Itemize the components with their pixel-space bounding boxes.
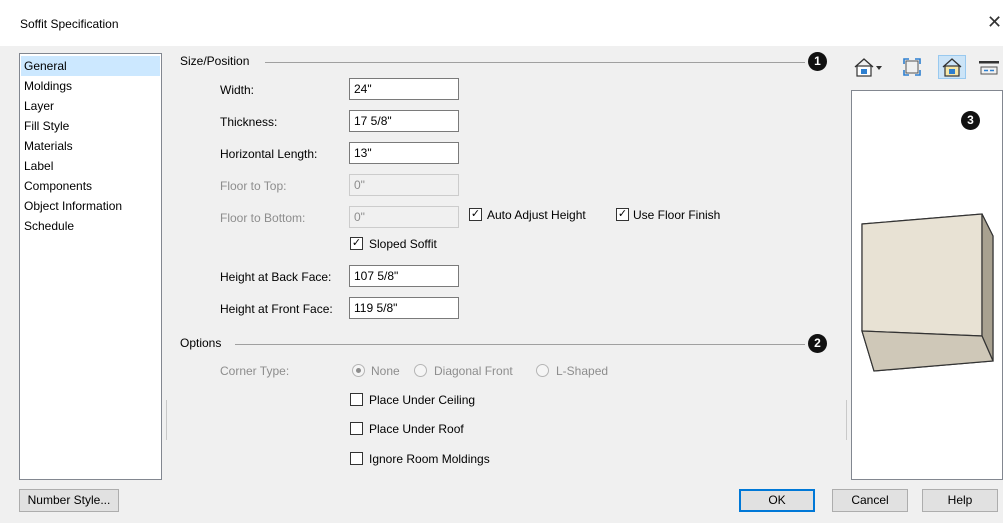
callout-badge-3: 3 xyxy=(961,111,980,130)
title-bar xyxy=(0,0,1003,46)
3d-preview-pane[interactable] xyxy=(851,90,1003,480)
nav-item-label[interactable]: Label xyxy=(21,156,160,176)
right-splitter-grip[interactable] xyxy=(846,400,847,440)
nav-item-general[interactable]: General xyxy=(21,56,160,76)
place-under-roof-checkbox[interactable] xyxy=(350,422,363,435)
left-splitter-grip[interactable] xyxy=(166,400,167,440)
auto-adjust-height-checkbox[interactable]: ✓ xyxy=(469,208,482,221)
floor-to-bottom-label: Floor to Bottom: xyxy=(220,211,306,225)
nav-item-fill-style[interactable]: Fill Style xyxy=(21,116,160,136)
corner-type-none-radio xyxy=(352,364,365,377)
help-button[interactable]: Help xyxy=(922,489,998,512)
window-title: Soffit Specification xyxy=(20,17,119,31)
ignore-room-moldings-label[interactable]: Ignore Room Moldings xyxy=(369,452,490,466)
ok-button[interactable]: OK xyxy=(739,489,815,512)
size-position-divider xyxy=(265,62,805,63)
floor-to-top-label: Floor to Top: xyxy=(220,179,287,193)
width-field[interactable]: 24" xyxy=(349,78,459,100)
corner-type-diagonal-front-radio xyxy=(414,364,427,377)
corner-type-l-shaped-radio xyxy=(536,364,549,377)
soffit-preview-model xyxy=(861,213,994,372)
corner-type-none-label: None xyxy=(371,364,400,378)
thickness-field[interactable]: 17 5/8" xyxy=(349,110,459,132)
options-divider xyxy=(235,344,805,345)
thickness-label: Thickness: xyxy=(220,115,278,129)
close-icon[interactable]: ✕ xyxy=(987,12,1002,33)
nav-item-schedule[interactable]: Schedule xyxy=(21,216,160,236)
height-front-face-field[interactable]: 119 5/8" xyxy=(349,297,459,319)
size-position-group-title: Size/Position xyxy=(180,54,250,68)
use-floor-finish-checkbox[interactable]: ✓ xyxy=(616,208,629,221)
nav-item-materials[interactable]: Materials xyxy=(21,136,160,156)
ignore-room-moldings-checkbox[interactable] xyxy=(350,452,363,465)
nav-item-components[interactable]: Components xyxy=(21,176,160,196)
fill-window-icon[interactable] xyxy=(900,55,924,79)
height-back-face-label: Height at Back Face: xyxy=(220,270,332,284)
corner-type-diagonal-front-label: Diagonal Front xyxy=(434,364,513,378)
sloped-soffit-checkbox[interactable]: ✓ xyxy=(350,237,363,250)
callout-badge-2: 2 xyxy=(808,334,827,353)
color-toggle-icon[interactable] xyxy=(938,55,966,79)
place-under-roof-label[interactable]: Place Under Roof xyxy=(369,422,464,436)
number-style-button[interactable]: Number Style... xyxy=(19,489,119,512)
sloped-soffit-label[interactable]: Sloped Soffit xyxy=(369,237,437,251)
height-back-face-field[interactable]: 107 5/8" xyxy=(349,265,459,287)
category-list: General Moldings Layer Fill Style Materi… xyxy=(19,53,162,480)
horizontal-length-field[interactable]: 13" xyxy=(349,142,459,164)
floor-to-top-field: 0" xyxy=(349,174,459,196)
nav-item-layer[interactable]: Layer xyxy=(21,96,160,116)
height-front-face-label: Height at Front Face: xyxy=(220,302,333,316)
cancel-button[interactable]: Cancel xyxy=(832,489,908,512)
camera-view-icon[interactable] xyxy=(852,55,884,79)
floor-to-bottom-field: 0" xyxy=(349,206,459,228)
fit-preview-icon[interactable] xyxy=(977,55,1001,79)
options-group-title: Options xyxy=(180,336,222,350)
nav-item-moldings[interactable]: Moldings xyxy=(21,76,160,96)
place-under-ceiling-label[interactable]: Place Under Ceiling xyxy=(369,393,475,407)
auto-adjust-height-label[interactable]: Auto Adjust Height xyxy=(487,208,586,222)
callout-badge-1: 1 xyxy=(808,52,827,71)
place-under-ceiling-checkbox[interactable] xyxy=(350,393,363,406)
corner-type-l-shaped-label: L-Shaped xyxy=(556,364,609,378)
horizontal-length-label: Horizontal Length: xyxy=(220,147,318,161)
corner-type-label: Corner Type: xyxy=(220,364,290,378)
use-floor-finish-label[interactable]: Use Floor Finish xyxy=(633,208,720,222)
width-label: Width: xyxy=(220,83,255,97)
nav-item-object-information[interactable]: Object Information xyxy=(21,196,160,216)
